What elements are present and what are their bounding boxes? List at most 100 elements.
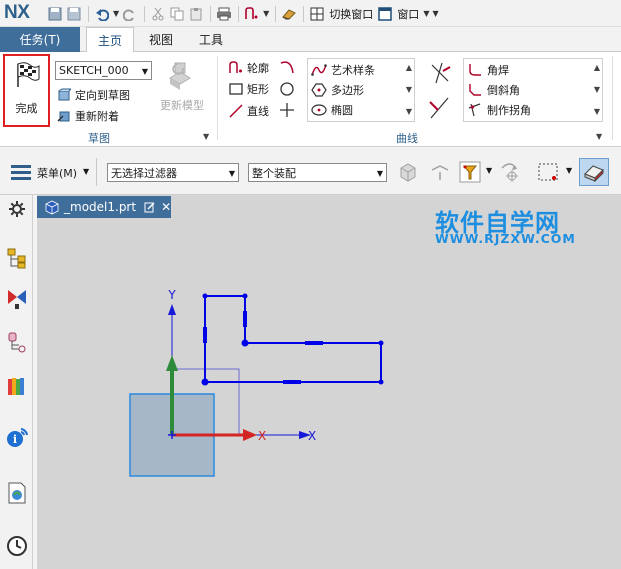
profile-button[interactable]: 轮廓 [228,59,269,77]
quick-access-toolbar: ▼ ▼ 切换窗口 窗口 ▼ ▼ [46,4,441,23]
vertex-point[interactable] [378,340,384,346]
polygon-button[interactable]: 多边形 [311,81,364,99]
studio-spline-icon [311,62,327,78]
selection-filter-select[interactable]: 无选择过滤器 ▼ [107,163,239,182]
part-navigator-icon[interactable] [6,331,28,353]
orient-to-sketch-button[interactable]: 定向到草图 [56,86,130,104]
curve-gallery: 艺术样条 多边形 椭圆 ▲ ▼ ▼ [307,58,415,122]
sketch-group-label: 草图 [88,132,110,145]
reuse-library-icon[interactable] [6,375,28,397]
window-dropdown[interactable]: ▼ [423,9,429,18]
redo-icon[interactable] [121,5,139,23]
selection-toolbar: 菜单(M) ▼ 无选择过滤器 ▼ 整个装配 ▼ ▼ ▼ [0,148,621,195]
clock-icon[interactable] [6,535,28,557]
gallery-scroll-down-icon[interactable]: ▼ [406,85,412,94]
gallery2-scroll-down-icon[interactable]: ▼ [594,85,600,94]
curve-group-expand-icon[interactable]: ▼ [596,132,602,141]
vertex-point[interactable] [378,379,384,385]
chevron-down-icon: ▼ [228,169,235,178]
shaded-view-button[interactable] [579,158,609,186]
rectangle-select-icon[interactable] [536,160,560,187]
tab-tools[interactable]: 工具 [188,27,234,52]
cut-icon[interactable] [149,5,167,23]
finish-sketch-button[interactable]: 完成 [3,54,50,127]
ribbon-tab-bar: 任务(T) 主页 视图 工具 [0,27,621,53]
constraint-navigator-icon[interactable] [6,288,28,310]
undo-icon[interactable] [93,5,111,23]
fillet-button[interactable]: 角焊 [467,61,509,79]
polygon-icon [311,82,327,98]
vertex-point[interactable] [242,293,248,299]
datum-x-arrow [243,429,257,441]
tab-home[interactable]: 主页 [86,27,134,53]
copy-icon[interactable] [168,5,186,23]
shaded-eraser-icon [584,165,604,182]
update-model-button[interactable]: 更新模型 [160,96,204,114]
switch-window-icon[interactable] [308,5,326,23]
menu-dropdown-icon[interactable]: ▼ [83,167,89,176]
menu-button[interactable]: 菜单(M) [37,165,77,181]
eraser-icon[interactable] [280,5,298,23]
fillet-icon [467,62,483,78]
type-filter-icon[interactable] [458,160,484,187]
nx-logo: NX [4,2,30,23]
arc-icon[interactable] [279,59,295,78]
quick-extend-icon[interactable] [428,96,452,123]
type-filter-dropdown-icon[interactable]: ▼ [486,166,492,175]
resource-bar: i [0,195,33,569]
tab-view[interactable]: 视图 [138,27,184,52]
rectangle-button[interactable]: 矩形 [228,80,269,98]
title-bar: NX ▼ ▼ 切换窗口 窗口 ▼ ▼ [0,0,621,27]
make-corner-button[interactable]: 制作拐角 [467,101,531,119]
gallery-expand-icon[interactable]: ▼ [406,107,412,116]
finish-label: 完成 [15,102,38,115]
profile-curve-icon[interactable] [243,5,261,23]
window-label[interactable]: 窗口 [397,6,419,22]
print-icon[interactable] [215,5,233,23]
vertex-point[interactable] [202,293,208,299]
point-snap-icon[interactable] [498,160,524,187]
chamfer-icon [467,82,483,98]
switch-window-label[interactable]: 切换窗口 [329,6,373,22]
x-axis-label-datum: X [258,429,266,443]
orient-view-icon [56,87,72,103]
quick-trim-icon[interactable] [428,61,452,88]
circle-icon[interactable] [279,81,295,100]
sketch-name-select[interactable]: SKETCH_000 ▼ [55,61,152,80]
studio-spline-button[interactable]: 艺术样条 [311,61,375,79]
y-axis-label: Y [167,288,176,302]
vertex-point[interactable] [201,378,209,386]
assembly-filter-icon[interactable] [396,160,420,187]
make-corner-icon [467,102,483,118]
save-icon[interactable] [46,5,64,23]
web-browser-icon[interactable]: i [6,427,28,449]
ellipse-button[interactable]: 椭圆 [311,101,353,119]
point-icon[interactable] [279,102,295,121]
menu-icon[interactable] [10,163,32,184]
save-all-icon[interactable] [65,5,83,23]
x-axis-label-sketch: X [308,429,316,443]
line-button[interactable]: 直线 [228,102,269,120]
gallery2-expand-icon[interactable]: ▼ [594,107,600,116]
tab-task[interactable]: 任务(T) [0,27,80,52]
paste-icon[interactable] [187,5,205,23]
assembly-navigator-icon[interactable] [6,247,28,269]
edit-curve-gallery: 角焊 倒斜角 制作拐角 ▲ ▼ ▼ [463,58,603,122]
profile-icon [228,60,244,76]
gear-icon[interactable] [6,198,28,220]
qat-customize-dropdown[interactable]: ▼ [432,9,438,18]
undo-dropdown[interactable]: ▼ [113,9,119,18]
reattach-button[interactable]: 重新附着 [56,107,119,125]
gallery-scroll-up-icon[interactable]: ▲ [406,63,412,72]
select-mode-dropdown-icon[interactable]: ▼ [566,166,572,175]
vertex-point[interactable] [241,339,249,347]
window-icon[interactable] [376,5,394,23]
chevron-down-icon: ▼ [141,67,148,76]
curve-dropdown[interactable]: ▼ [263,9,269,18]
history-palette-icon[interactable] [6,482,28,504]
gallery2-scroll-up-icon[interactable]: ▲ [594,63,600,72]
chamfer-button[interactable]: 倒斜角 [467,81,520,99]
snap-filter-icon[interactable] [428,160,452,187]
sketch-group-expand-icon[interactable]: ▼ [203,132,209,141]
selection-scope-select[interactable]: 整个装配 ▼ [248,163,387,182]
